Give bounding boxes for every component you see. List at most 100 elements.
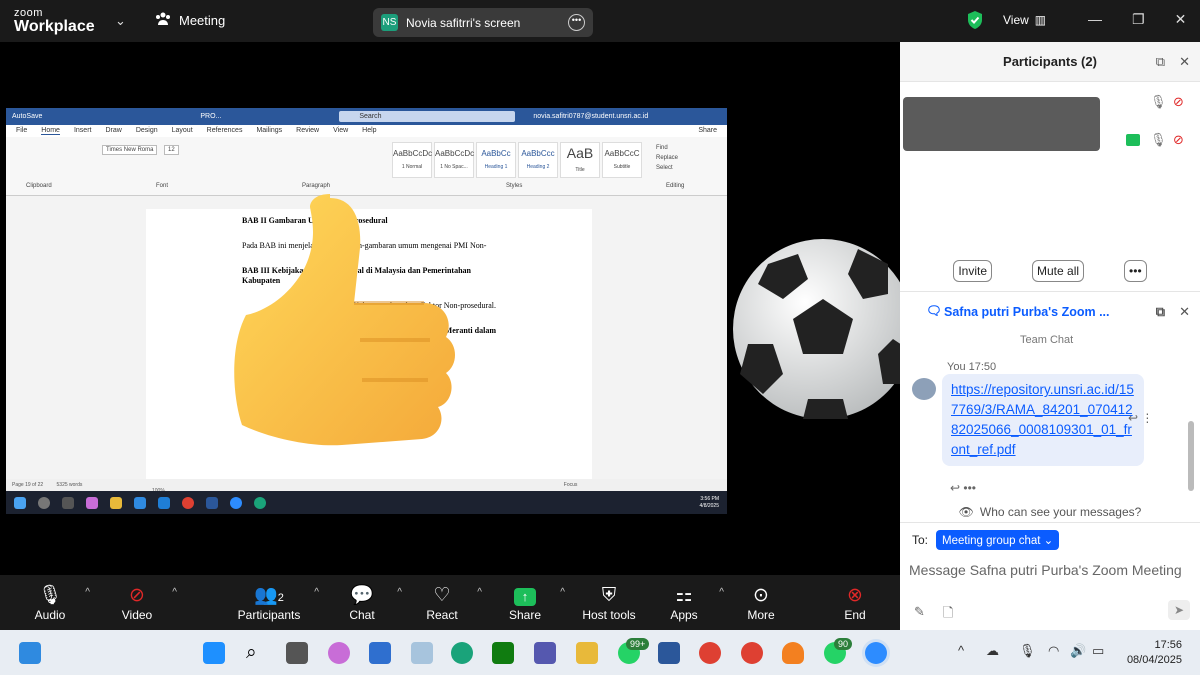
app-icon[interactable] bbox=[411, 642, 433, 664]
restore-icon[interactable]: ❐ bbox=[1132, 11, 1145, 28]
cloud-icon[interactable] bbox=[782, 642, 804, 664]
view-button[interactable]: View ▥ bbox=[1003, 13, 1046, 27]
meeting-info-button[interactable]: Meeting bbox=[155, 12, 225, 29]
mic-icon[interactable]: 🎙 bbox=[1019, 643, 1036, 659]
participants-options-icon[interactable]: ^ bbox=[314, 587, 319, 598]
menu-home[interactable]: Home bbox=[41, 127, 60, 135]
video-off-icon[interactable]: ⊘ bbox=[1173, 132, 1184, 148]
mic-icon[interactable]: 🎙 bbox=[1150, 132, 1167, 148]
menu-references[interactable]: References bbox=[207, 127, 243, 135]
message-actions-icon[interactable]: ↩ ••• bbox=[950, 481, 976, 495]
scrollbar[interactable] bbox=[1188, 421, 1194, 491]
close-icon[interactable]: ✕ bbox=[1179, 304, 1190, 320]
widgets-icon[interactable] bbox=[19, 642, 41, 664]
edge-icon[interactable] bbox=[451, 642, 473, 664]
more-options-icon[interactable]: ••• bbox=[568, 14, 585, 31]
apps-button[interactable]: ⚏ Apps ^ bbox=[644, 583, 724, 622]
message-input[interactable]: Message Safna putri Purba's Zoom Meeting bbox=[900, 557, 1200, 584]
audio-options-icon[interactable]: ^ bbox=[85, 587, 90, 598]
menu-help[interactable]: Help bbox=[362, 127, 376, 135]
font-name[interactable]: Times New Roma bbox=[102, 145, 158, 155]
message-link[interactable]: https://repository.unsri.ac.id/157769/3/… bbox=[942, 374, 1144, 466]
onedrive-icon[interactable]: ☁ bbox=[986, 643, 999, 659]
xbox-icon[interactable] bbox=[492, 642, 514, 664]
menu-layout[interactable]: Layout bbox=[172, 127, 193, 135]
select-button[interactable]: Select bbox=[656, 165, 673, 171]
popout-icon[interactable]: ⧉ bbox=[1156, 54, 1165, 70]
copilot-icon[interactable] bbox=[328, 642, 350, 664]
word-icon[interactable] bbox=[658, 642, 680, 664]
host-tools-button[interactable]: ⛨ Host tools bbox=[569, 583, 649, 622]
taskview-icon[interactable] bbox=[286, 642, 308, 664]
taskview-icon bbox=[62, 496, 74, 509]
share-options-icon[interactable]: ^ bbox=[560, 587, 565, 598]
style-normal[interactable]: AaBbCcDc 1 Normal bbox=[392, 142, 432, 178]
video-button[interactable]: ⊘ Video ^ bbox=[97, 583, 177, 622]
format-icon[interactable]: ✎ bbox=[914, 604, 925, 626]
chat-label: Chat bbox=[349, 608, 375, 622]
style-no-spacing[interactable]: AaBbCcDc 1 No Spac... bbox=[434, 142, 474, 178]
recipient-select[interactable]: Meeting group chat ⌄ bbox=[936, 530, 1060, 550]
chrome-icon[interactable] bbox=[699, 642, 721, 664]
video-off-icon[interactable]: ⊘ bbox=[1173, 94, 1184, 110]
word-search[interactable]: Search bbox=[339, 111, 516, 122]
menu-design[interactable]: Design bbox=[136, 127, 158, 135]
style-title[interactable]: AaB Title bbox=[560, 142, 600, 178]
menu-review[interactable]: Review bbox=[296, 127, 319, 135]
mute-all-button[interactable]: Mute all bbox=[1032, 260, 1085, 282]
volume-icon[interactable]: 🔊 bbox=[1070, 643, 1086, 659]
audio-button[interactable]: 🎙 Audio ^ bbox=[10, 583, 90, 622]
mic-icon[interactable]: 🎙 bbox=[1150, 94, 1167, 110]
screen-share-indicator[interactable]: NS Novia safitrri's screen ••• bbox=[373, 8, 593, 37]
reply-icon[interactable]: ↩ ⋮ bbox=[1128, 411, 1153, 425]
chrome-profile-icon[interactable] bbox=[741, 642, 763, 664]
search-icon[interactable]: ⌕ bbox=[246, 642, 268, 664]
participants-button[interactable]: 👥2 Participants ^ bbox=[219, 583, 319, 622]
more-options-button[interactable]: ••• bbox=[1124, 260, 1147, 282]
end-label: End bbox=[844, 608, 866, 622]
wifi-icon[interactable]: ◠ bbox=[1048, 643, 1059, 659]
who-can-see-link[interactable]: 👁 Who can see your messages? bbox=[900, 501, 1200, 523]
invite-button[interactable]: Invite bbox=[953, 260, 993, 282]
start-icon[interactable] bbox=[203, 642, 225, 664]
minimize-icon[interactable]: — bbox=[1088, 11, 1102, 28]
zoom-workplace-logo[interactable]: zoom Workplace bbox=[14, 7, 95, 35]
send-icon[interactable]: ➤ bbox=[1168, 600, 1190, 620]
react-button[interactable]: ♡ React ^ bbox=[402, 583, 482, 622]
tray-chevron-icon[interactable]: ^ bbox=[958, 643, 964, 658]
popout-icon[interactable]: ⧉ bbox=[1156, 304, 1165, 320]
chat-button[interactable]: 💬 Chat ^ bbox=[322, 583, 402, 622]
chevron-down-icon[interactable]: ⌄ bbox=[115, 13, 126, 29]
font-size[interactable]: 12 bbox=[164, 145, 179, 155]
video-options-icon[interactable]: ^ bbox=[172, 587, 177, 598]
share-button[interactable]: ↑ Share ^ bbox=[485, 583, 565, 622]
teams-icon[interactable] bbox=[534, 642, 556, 664]
file-icon[interactable]: 🗋 bbox=[943, 604, 953, 626]
shield-icon: ⛨ bbox=[601, 585, 617, 606]
explorer-icon[interactable] bbox=[576, 642, 598, 664]
word-share[interactable]: Share bbox=[698, 127, 717, 135]
menu-file[interactable]: File bbox=[16, 127, 27, 135]
participants-icon: 👥2 bbox=[254, 585, 284, 606]
menu-view[interactable]: View bbox=[333, 127, 348, 135]
react-options-icon[interactable]: ^ bbox=[477, 587, 482, 598]
store-icon[interactable] bbox=[369, 642, 391, 664]
more-button[interactable]: ⊙ More bbox=[721, 583, 801, 622]
end-button[interactable]: ⊗ End bbox=[815, 583, 895, 622]
close-icon[interactable]: ✕ bbox=[1179, 54, 1190, 70]
window-controls: — ❐ ✕ bbox=[1088, 11, 1186, 28]
menu-draw[interactable]: Draw bbox=[105, 127, 121, 135]
focus-mode[interactable]: Focus bbox=[564, 482, 578, 488]
system-clock[interactable]: 17:56 08/04/2025 bbox=[1118, 638, 1182, 668]
style-subtitle[interactable]: AaBbCcC Subtitle bbox=[602, 142, 642, 178]
zoom-icon[interactable] bbox=[865, 642, 887, 664]
close-icon[interactable]: ✕ bbox=[1175, 11, 1187, 28]
battery-icon[interactable]: ▭ bbox=[1092, 643, 1104, 659]
style-heading-2[interactable]: AaBbCcc Heading 2 bbox=[518, 142, 558, 178]
menu-insert[interactable]: Insert bbox=[74, 127, 92, 135]
replace-button[interactable]: Replace bbox=[656, 155, 678, 161]
style-heading-1[interactable]: AaBbCc Heading 1 bbox=[476, 142, 516, 178]
security-shield-icon[interactable] bbox=[966, 10, 984, 35]
menu-mailings[interactable]: Mailings bbox=[256, 127, 282, 135]
find-button[interactable]: Find bbox=[656, 145, 668, 151]
